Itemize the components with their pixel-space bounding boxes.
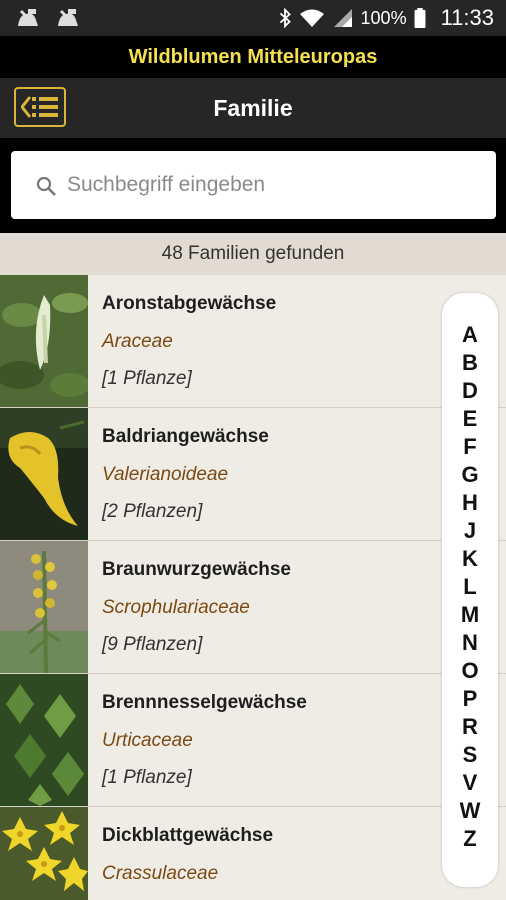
notification-icon <box>18 9 38 26</box>
result-count: 48 Familien gefunden <box>161 243 345 264</box>
alphabet-index[interactable]: ABDEFGHJKLMNOPRSVWZ <box>442 293 498 887</box>
battery-percentage: 100% <box>360 7 407 28</box>
family-name: Dickblattgewächse <box>102 825 274 846</box>
stonecrop-photo <box>0 807 88 900</box>
search-input[interactable] <box>67 161 477 209</box>
index-letter-v[interactable]: V <box>442 769 498 797</box>
index-letter-o[interactable]: O <box>442 657 498 685</box>
index-letter-j[interactable]: J <box>442 517 498 545</box>
plant-count: [2 Pflanzen] <box>102 501 203 522</box>
plant-count: [9 Pflanzen] <box>102 634 203 655</box>
family-latin-name: Araceae <box>102 331 173 352</box>
back-button[interactable] <box>14 87 66 127</box>
family-latin-name: Crassulaceae <box>102 863 219 884</box>
index-letter-f[interactable]: F <box>442 433 498 461</box>
index-letter-l[interactable]: L <box>442 573 498 601</box>
battery-icon <box>414 8 426 28</box>
family-name: Aronstabgewächse <box>102 293 277 314</box>
app-title: Wildblumen Mitteleuropas <box>128 46 378 68</box>
plant-count: [1 Pflanze] <box>102 767 192 788</box>
index-letter-a[interactable]: A <box>442 321 498 349</box>
index-letter-b[interactable]: B <box>442 349 498 377</box>
index-letter-k[interactable]: K <box>442 545 498 573</box>
family-name: Brennnesselgewächse <box>102 692 307 713</box>
list-item-family[interactable]: Aronstabgewächse Araceae [1 Pflanze] <box>0 275 506 408</box>
index-letter-s[interactable]: S <box>442 741 498 769</box>
index-letter-p[interactable]: P <box>442 685 498 713</box>
family-name: Braunwurzgewächse <box>102 559 291 580</box>
clock: 11:33 <box>440 5 494 30</box>
signal-icon <box>333 9 352 27</box>
index-letter-r[interactable]: R <box>442 713 498 741</box>
index-letter-h[interactable]: H <box>442 489 498 517</box>
index-letter-m[interactable]: M <box>442 601 498 629</box>
plant-count: [1 Pflanze] <box>102 368 192 389</box>
list-item-family[interactable]: Baldriangewächse Valerianoideae [2 Pflan… <box>0 408 506 541</box>
alphabet-letters: ABDEFGHJKLMNOPRSVWZ <box>442 321 498 853</box>
page-title: Familie <box>213 95 293 121</box>
search-icon <box>36 176 56 196</box>
index-letter-d[interactable]: D <box>442 377 498 405</box>
list-item-family[interactable]: Braunwurzgewächse Scrophulariaceae [9 Pf… <box>0 541 506 674</box>
notification-icon <box>58 9 78 26</box>
family-latin-name: Urticaceae <box>102 730 193 751</box>
result-count-bar: 48 Familien gefunden <box>0 233 506 275</box>
list-item-family[interactable]: Dickblattgewächse Crassulaceae <box>0 807 506 900</box>
search-area <box>0 138 506 233</box>
yellow-flower-photo <box>0 408 88 540</box>
family-name: Baldriangewächse <box>102 426 269 447</box>
app-title-bar: Wildblumen Mitteleuropas <box>0 36 506 78</box>
bluetooth-icon <box>279 8 291 28</box>
nettle-photo <box>0 674 88 806</box>
toolbar: Familie <box>0 78 506 138</box>
index-letter-e[interactable]: E <box>442 405 498 433</box>
list-item-family[interactable]: Brennnesselgewächse Urticaceae [1 Pflanz… <box>0 674 506 807</box>
index-letter-z[interactable]: Z <box>442 825 498 853</box>
arum-photo <box>0 275 88 407</box>
list-back-icon <box>21 96 58 118</box>
status-bar: 100% 11:33 <box>0 0 506 36</box>
family-latin-name: Scrophulariaceae <box>102 597 250 618</box>
index-letter-w[interactable]: W <box>442 797 498 825</box>
index-letter-n[interactable]: N <box>442 629 498 657</box>
search-box[interactable] <box>11 151 496 219</box>
family-list[interactable]: Aronstabgewächse Araceae [1 Pflanze] Bal… <box>0 275 506 900</box>
family-latin-name: Valerianoideae <box>102 464 229 485</box>
wifi-icon <box>299 9 324 27</box>
yellow-spike-photo <box>0 541 88 673</box>
status-notifications <box>14 6 82 30</box>
index-letter-g[interactable]: G <box>442 461 498 489</box>
